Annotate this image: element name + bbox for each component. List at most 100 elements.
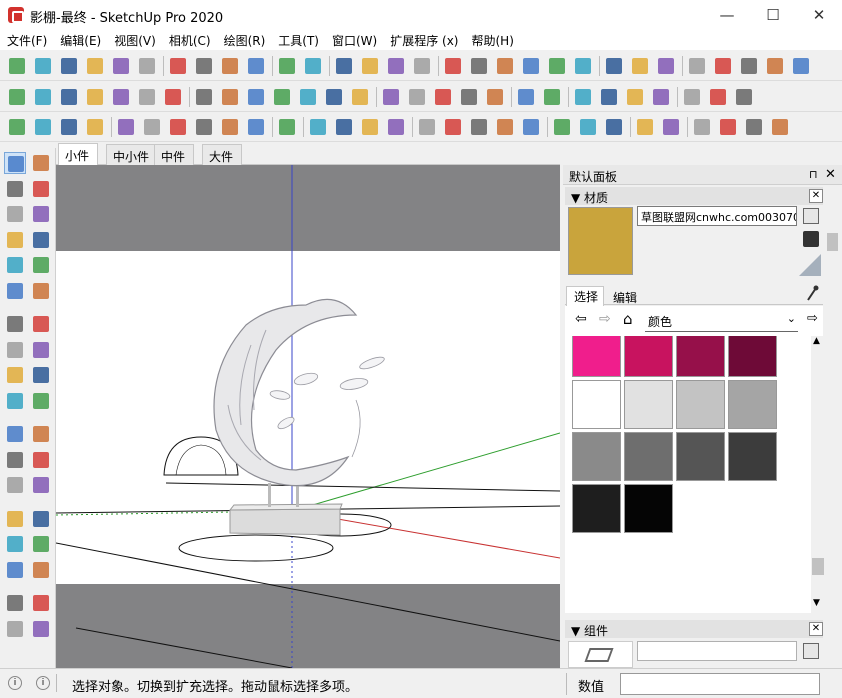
- material-swatch[interactable]: [624, 380, 673, 429]
- sliders-2-icon[interactable]: [603, 116, 625, 138]
- material-swatch[interactable]: [676, 380, 725, 429]
- crosshair-icon[interactable]: [515, 86, 537, 108]
- component-display-icon[interactable]: [803, 643, 819, 659]
- scroll-up-icon[interactable]: ▲: [813, 336, 820, 346]
- blue-cube-3-icon[interactable]: [650, 86, 672, 108]
- library-dropdown[interactable]: 颜色 ⌄: [645, 311, 798, 332]
- blue-box-icon[interactable]: [349, 86, 371, 108]
- grid-red-icon[interactable]: [769, 116, 791, 138]
- section-plane-icon[interactable]: [30, 618, 52, 640]
- pencil-icon[interactable]: [4, 203, 26, 225]
- house-icon[interactable]: [6, 55, 28, 77]
- gem-icon[interactable]: [32, 86, 54, 108]
- plus-cross-icon[interactable]: [717, 116, 739, 138]
- film-icon[interactable]: [6, 116, 28, 138]
- menu-draw[interactable]: 绘图(R): [217, 30, 272, 50]
- material-swatch[interactable]: [572, 380, 621, 429]
- display-secondary-icon[interactable]: [803, 208, 819, 224]
- frame-icon[interactable]: [541, 86, 563, 108]
- hand-cloud-icon[interactable]: [219, 55, 241, 77]
- cube-3-icon[interactable]: [790, 55, 812, 77]
- scroll-down-icon[interactable]: ▼: [813, 598, 820, 608]
- speaker-icon[interactable]: [551, 116, 573, 138]
- material-swatch[interactable]: [676, 432, 725, 481]
- menu-window[interactable]: 窗口(W): [325, 30, 383, 50]
- cloud-icon[interactable]: [245, 55, 267, 77]
- details-arrow-icon[interactable]: ⇨: [807, 311, 818, 326]
- material-swatch[interactable]: [572, 484, 621, 533]
- eyedropper-icon[interactable]: [805, 284, 819, 302]
- grass-icon[interactable]: [136, 86, 158, 108]
- tab-edit[interactable]: 编辑: [607, 288, 637, 306]
- display-frame-icon[interactable]: [333, 55, 355, 77]
- walk-icon[interactable]: [4, 618, 26, 640]
- material-name-field[interactable]: 草图联盟网cnwhc.com0030700: [637, 206, 797, 226]
- blue-cube-icon[interactable]: [598, 86, 620, 108]
- dimension-icon[interactable]: [30, 423, 52, 445]
- slide-2-icon[interactable]: [141, 116, 163, 138]
- forward-arrow-icon[interactable]: ⇨: [599, 311, 611, 327]
- materials-header[interactable]: ▼ 材质: [565, 187, 823, 205]
- scale-icon[interactable]: [4, 390, 26, 412]
- sun-icon[interactable]: [546, 55, 568, 77]
- create-material-icon[interactable]: [803, 231, 819, 247]
- photo-texture-icon[interactable]: [302, 55, 324, 77]
- menu-tools[interactable]: 工具(T): [271, 30, 325, 50]
- geo-location-icon[interactable]: [276, 55, 298, 77]
- solid-cube-icon[interactable]: [193, 86, 215, 108]
- zoom-icon[interactable]: [4, 533, 26, 555]
- monitor-icon[interactable]: [359, 55, 381, 77]
- axes-icon[interactable]: [520, 55, 542, 77]
- tape-icon[interactable]: [219, 116, 241, 138]
- circle-icon[interactable]: [4, 254, 26, 276]
- home-icon[interactable]: [58, 55, 80, 77]
- freehand-icon[interactable]: [30, 203, 52, 225]
- material-swatch[interactable]: [624, 484, 673, 533]
- tray-pin-icon[interactable]: ⊓: [809, 168, 818, 181]
- open-box-icon[interactable]: [110, 86, 132, 108]
- material-swatch[interactable]: [728, 380, 777, 429]
- sliders-icon[interactable]: [577, 116, 599, 138]
- book-icon[interactable]: [32, 55, 54, 77]
- swatch-scrollbar[interactable]: ▲ ▼: [811, 336, 825, 613]
- measurements-input[interactable]: [620, 673, 820, 695]
- roof-icon[interactable]: [58, 86, 80, 108]
- material-swatch[interactable]: [728, 432, 777, 481]
- material-swatch[interactable]: [572, 432, 621, 481]
- blue-cube-2-icon[interactable]: [624, 86, 646, 108]
- select-arrow-icon[interactable]: [4, 152, 26, 174]
- cube-face-icon[interactable]: [219, 86, 241, 108]
- orbit-z-icon[interactable]: [432, 86, 454, 108]
- compass-icon[interactable]: [572, 86, 594, 108]
- text-icon[interactable]: [30, 449, 52, 471]
- file-icon[interactable]: [84, 116, 106, 138]
- target-icon[interactable]: [416, 116, 438, 138]
- zoom-window-icon[interactable]: [30, 533, 52, 555]
- checkmark-circle-icon[interactable]: [167, 55, 189, 77]
- tray-icon[interactable]: [193, 116, 215, 138]
- stop-icon[interactable]: [691, 116, 713, 138]
- image-icon[interactable]: [385, 55, 407, 77]
- shield-icon[interactable]: [307, 116, 329, 138]
- protractor-icon[interactable]: [494, 55, 516, 77]
- section-display-icon[interactable]: [468, 55, 490, 77]
- stack-icon[interactable]: [323, 86, 345, 108]
- parallelogram-icon[interactable]: [271, 86, 293, 108]
- ruby-icon[interactable]: [6, 86, 28, 108]
- menu-file[interactable]: 文件(F): [0, 30, 53, 50]
- mask-icon[interactable]: [655, 55, 677, 77]
- components-close-icon[interactable]: ✕: [809, 622, 823, 636]
- iso-box-icon[interactable]: [245, 86, 267, 108]
- arc-icon[interactable]: [4, 280, 26, 302]
- pan-icon[interactable]: [30, 508, 52, 530]
- material-swatch[interactable]: [624, 336, 673, 377]
- follow-me-icon[interactable]: [30, 364, 52, 386]
- scene-tab-medium[interactable]: 中件: [154, 144, 195, 165]
- two-point-arc-icon[interactable]: [30, 280, 52, 302]
- eraser-icon[interactable]: [30, 178, 52, 200]
- exe-icon[interactable]: [58, 116, 80, 138]
- red-stamp-icon[interactable]: [681, 86, 703, 108]
- paint-bucket-icon[interactable]: [4, 178, 26, 200]
- offset-icon[interactable]: [30, 390, 52, 412]
- back-arrow-icon[interactable]: ⇦: [575, 311, 587, 327]
